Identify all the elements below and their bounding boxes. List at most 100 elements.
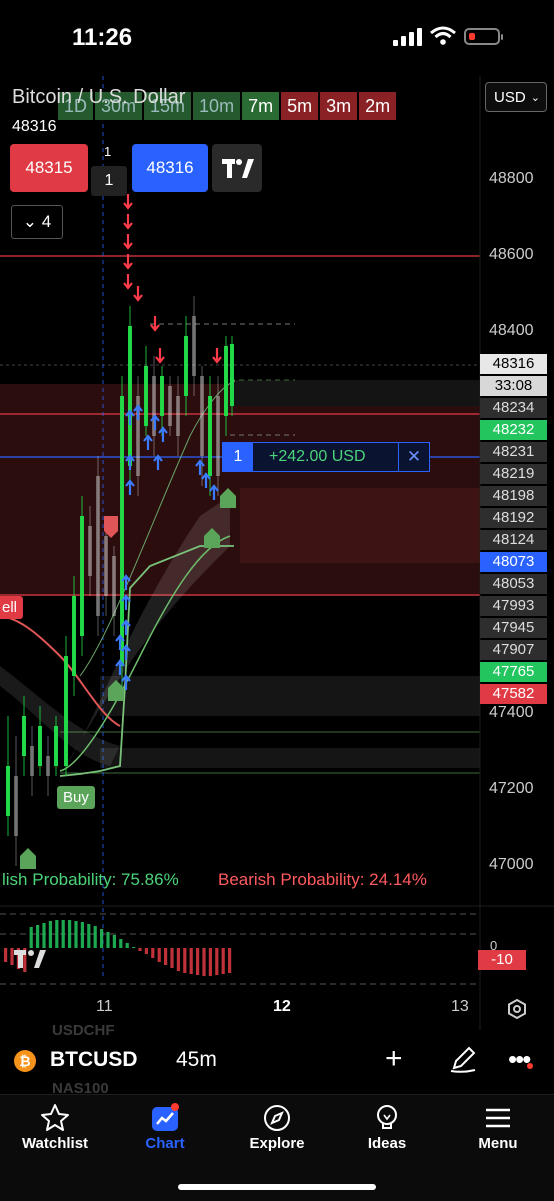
histogram-bar: [196, 948, 200, 975]
symbol-selector[interactable]: BTCUSD: [50, 1048, 138, 1072]
histogram-bar: [112, 935, 116, 948]
buy-button[interactable]: 48316: [132, 144, 208, 192]
price-axis-label: 48600: [489, 246, 534, 263]
price-badge: 48234: [480, 398, 547, 418]
histogram-bar: [144, 948, 148, 954]
price-badge: 48053: [480, 574, 547, 594]
price-badge: 48124: [480, 530, 547, 550]
price-axis-label: 48400: [489, 322, 534, 339]
timeframe-3m[interactable]: 3m: [320, 92, 358, 120]
more-icon[interactable]: •••: [508, 1044, 534, 1075]
price-badge: 48198: [480, 486, 547, 506]
menu-icon: [486, 1108, 510, 1128]
histogram-bar: [157, 948, 161, 962]
add-icon[interactable]: +: [385, 1042, 403, 1076]
tab-explore[interactable]: Explore: [222, 1095, 332, 1165]
indicator-count: 4: [41, 212, 52, 231]
histogram-bar: [215, 948, 219, 975]
candle-body: [30, 746, 34, 776]
home-indicator: [178, 1184, 376, 1190]
histogram-bar: [183, 948, 187, 973]
candle-body: [64, 656, 68, 766]
more-dots: •••: [508, 1044, 531, 1074]
cellular-signal-icon: [393, 28, 422, 46]
status-bar: 11:26: [0, 0, 554, 76]
price-axis-label: 47200: [489, 780, 534, 797]
histogram-bar: [55, 920, 59, 948]
status-time: 11:26: [72, 24, 133, 51]
candle-body: [216, 396, 220, 476]
timeframe-5m[interactable]: 5m: [281, 92, 319, 120]
currency-value: USD: [494, 89, 526, 106]
timeframe-2m[interactable]: 2m: [359, 92, 397, 120]
position-qty: 1: [223, 443, 253, 471]
histogram-bar: [106, 932, 110, 948]
price-axis-label: 47000: [489, 856, 534, 873]
price-badge: 48316: [480, 354, 547, 374]
histogram-bar: [100, 929, 104, 948]
symbol-title: Bitcoin / U.S. Dollar: [12, 86, 186, 108]
price-axis-label: 48800: [489, 170, 534, 187]
tradingview-logo-button[interactable]: [212, 144, 262, 192]
symbol-bar: USDCHF NAS100 ₿ BTCUSD 45m + •••: [0, 1022, 554, 1097]
quantity-field[interactable]: 1: [91, 166, 127, 196]
histogram-bar: [93, 926, 97, 948]
tab-chart[interactable]: Chart: [110, 1095, 220, 1165]
watchlist-ghost-symbol: USDCHF: [52, 1022, 115, 1039]
histogram-bar: [29, 927, 33, 948]
sell-signal-label: ell: [0, 596, 24, 619]
tab-label: Menu: [478, 1135, 518, 1152]
histogram-bar: [119, 939, 123, 948]
sell-arrow-icon: [123, 194, 133, 210]
histogram-bar: [221, 948, 225, 974]
tab-menu[interactable]: Menu: [443, 1095, 553, 1165]
price-axis-label: 47400: [489, 704, 534, 721]
chart-settings-icon[interactable]: [506, 998, 528, 1020]
histogram-bar: [208, 948, 212, 976]
tab-watchlist[interactable]: Watchlist: [0, 1095, 110, 1165]
interval-selector[interactable]: 45m: [176, 1048, 217, 1072]
drawing-tools-icon[interactable]: [448, 1044, 478, 1074]
sell-arrow-icon: [123, 214, 133, 230]
close-position-icon[interactable]: ✕: [398, 443, 429, 471]
bearish-probability: Bearish Probability: 24.14%: [218, 870, 427, 889]
histogram-bar: [125, 943, 129, 948]
indicators-collapse-button[interactable]: ⌄ 4: [11, 205, 63, 239]
price-badge: 47907: [480, 640, 547, 660]
time-axis-label: 12: [273, 998, 291, 1015]
histogram-bar: [80, 922, 84, 948]
histogram-bar: [228, 948, 232, 973]
quantity-label: 1: [104, 144, 112, 159]
sell-button[interactable]: 48315: [10, 144, 88, 192]
candle-body: [224, 346, 228, 416]
price-badge: 48073: [480, 552, 547, 572]
chart-area[interactable]: Bitcoin / U.S. Dollar 48316 1D 30m 15m 1…: [0, 76, 554, 1030]
candle-body: [112, 556, 116, 616]
tab-label: Ideas: [367, 1135, 407, 1152]
timeframe-10m[interactable]: 10m: [193, 92, 241, 120]
candle-body: [88, 526, 92, 576]
tab-ideas[interactable]: Ideas: [332, 1095, 442, 1165]
tab-label: Explore: [249, 1135, 305, 1152]
candle-body: [144, 366, 148, 426]
candle-body: [160, 376, 164, 416]
candle-body: [208, 396, 212, 476]
bullish-probability: lish Probability: 75.86%: [2, 870, 179, 889]
chart-icon: [152, 1103, 179, 1131]
star-icon: [41, 1104, 69, 1131]
histogram-bar: [48, 921, 52, 948]
histogram-bar: [132, 947, 136, 948]
histogram-bar: [151, 948, 155, 958]
tradingview-logo-icon: [222, 159, 254, 178]
bitcoin-icon: ₿: [14, 1050, 36, 1072]
position-line[interactable]: 1 +242.00 USD ✕: [222, 442, 430, 472]
timeframe-7m[interactable]: 7m: [242, 92, 280, 120]
candle-body: [104, 536, 108, 596]
candle-body: [6, 766, 10, 816]
candle-body: [72, 596, 76, 676]
histogram-bar: [164, 948, 168, 965]
price-badge: 47945: [480, 618, 547, 638]
candle-body: [168, 386, 172, 426]
histogram-bar: [74, 921, 78, 948]
currency-select[interactable]: USD ⌄: [485, 82, 547, 112]
